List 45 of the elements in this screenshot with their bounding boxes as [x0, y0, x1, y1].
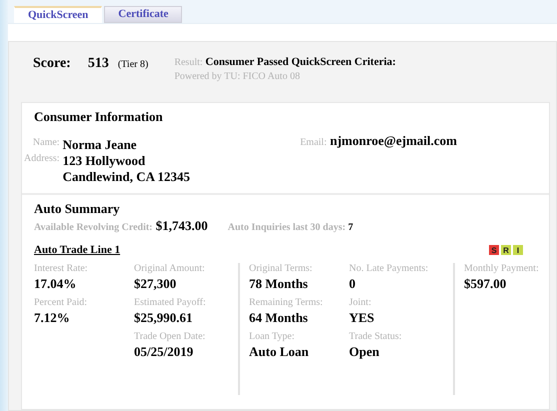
field-value: 64 Months	[249, 310, 309, 326]
field-value: $25,990.61	[134, 310, 194, 326]
available-credit-text: Available Revolving Credit: $1,743.00	[34, 218, 208, 234]
field-value: Open	[349, 344, 380, 360]
field-value: $27,300	[134, 276, 178, 292]
status-badge: S	[489, 245, 499, 255]
inquiries-text: Auto Inquiries last 30 days: 7	[228, 222, 354, 233]
field-label: Interest Rate:	[34, 263, 89, 274]
field-value: 05/25/2019	[134, 344, 194, 360]
field-label: Monthly Payment:	[464, 263, 540, 274]
address-line: Candlewind, CA 12345	[62, 169, 190, 185]
field-value: YES	[349, 310, 376, 326]
field-value: 0	[349, 276, 356, 292]
field-value: Auto Loan	[249, 344, 310, 360]
score-label: Score:	[33, 56, 71, 72]
trade-line-title: Auto Trade Line 1	[34, 244, 120, 256]
field-label: Original Terms:	[249, 263, 314, 274]
name-value: Norma Jeane	[62, 137, 138, 153]
score-value: 513	[88, 56, 109, 72]
field-label: Percent Paid:	[34, 297, 88, 308]
field-value: $597.00	[464, 276, 508, 292]
tab[interactable]: Certificate	[104, 6, 182, 23]
section-title: Auto Summary	[34, 201, 121, 217]
field-label: Joint:	[349, 297, 372, 308]
tab[interactable]: QuickScreen	[14, 6, 102, 23]
field-label: Loan Type:	[249, 331, 296, 342]
field-label: Remaining Terms:	[249, 297, 324, 308]
address-line: 123 Hollywood	[62, 153, 146, 169]
field-label: Original Amount:	[134, 263, 206, 274]
section-title: Consumer Information	[34, 109, 164, 125]
field-label: Trade Open Date:	[134, 331, 206, 342]
tier-text: (Tier 8)	[118, 59, 148, 70]
name-label: Name:	[32, 137, 60, 150]
status-badge: I	[513, 245, 523, 255]
field-value: 17.04%	[34, 276, 78, 292]
powered-by-text: Powered by TU: FICO Auto 08	[174, 71, 301, 82]
field-label: Estimated Payoff:	[134, 297, 207, 308]
field-label: Trade Status:	[349, 331, 403, 342]
result-text: Result: Consumer Passed QuickScreen Criteria:	[174, 56, 396, 68]
email-text: Email: njmonroe@ejmail.com	[300, 133, 458, 149]
field-value: 7.12%	[34, 310, 71, 326]
field-value: 78 Months	[249, 276, 309, 292]
field-label: No. Late Payments:	[349, 263, 430, 274]
status-badge: R	[501, 245, 511, 255]
address-label: Address:	[24, 153, 60, 166]
